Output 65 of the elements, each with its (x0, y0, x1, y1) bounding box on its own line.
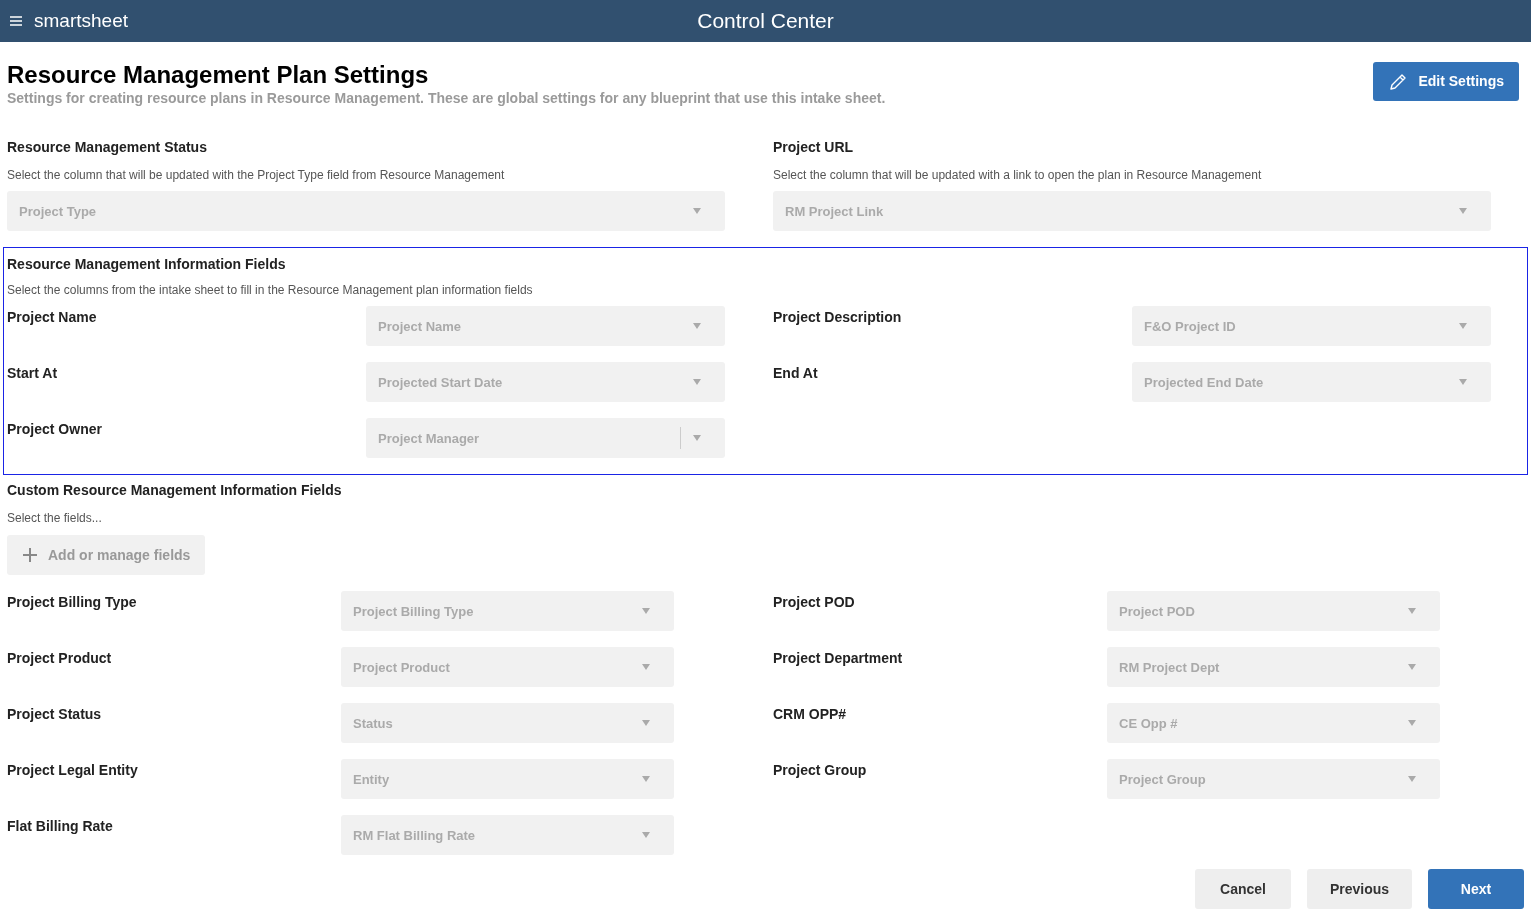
caret-icon (1408, 776, 1416, 783)
select-field[interactable]: Status (341, 703, 674, 744)
page-subtitle: Settings for creating resource plans in Resource Management. These are global settings for any blueprint that use this intake sheet. (7, 89, 886, 109)
select-field[interactable]: F&O Project ID (1132, 306, 1491, 347)
caret-icon (693, 208, 701, 215)
field-label: End At (773, 364, 819, 384)
brand-logo[interactable]: smartsheet (34, 6, 128, 36)
field-label: Project Group (773, 761, 868, 781)
field-label: Start At (7, 364, 59, 384)
select-field[interactable]: Project POD (1107, 591, 1440, 632)
field-label: CRM OPP# (773, 705, 848, 725)
edit-settings-button[interactable]: Edit Settings (1373, 62, 1519, 101)
field-label: Project POD (773, 593, 856, 613)
section-description: Select the columns from the intake sheet to fill in the Resource Management plan information fields (7, 282, 534, 300)
caret-icon (1408, 720, 1416, 727)
field-label: Project Legal Entity (7, 761, 139, 781)
field-label: Project Owner (7, 420, 103, 440)
select-field[interactable]: Project Type (7, 191, 725, 232)
field-title: Resource Management Status (7, 138, 208, 158)
select-field[interactable]: Project Billing Type (341, 591, 674, 632)
select-field[interactable]: Project Manager (366, 418, 725, 459)
app-title: Control Center (697, 9, 834, 33)
select-field[interactable]: Project Product (341, 647, 674, 688)
select-field[interactable]: RM Project Link (773, 191, 1491, 232)
caret-icon (1459, 208, 1467, 215)
field-label: Project Name (7, 308, 98, 328)
add-fields-button[interactable]: Add or manage fields (7, 535, 206, 576)
field-label: Project Billing Type (7, 593, 138, 613)
caret-icon (1459, 323, 1467, 330)
caret-icon (1408, 608, 1416, 615)
caret-icon (1408, 664, 1416, 671)
field-label: Project Department (773, 649, 904, 669)
field-description: Select the column that will be updated with a link to open the plan in Resource Management (773, 167, 1263, 185)
field-description: Select the column that will be updated with the Project Type field from Resource Management (7, 167, 506, 185)
plus-icon (22, 547, 38, 564)
caret-icon (642, 720, 650, 727)
caret-icon (693, 323, 701, 330)
field-title: Project URL (773, 138, 855, 158)
field-label: Project Product (7, 649, 113, 669)
select-field[interactable]: RM Flat Billing Rate (341, 815, 674, 856)
section-description: Select the fields... (7, 510, 103, 528)
caret-icon (642, 664, 650, 671)
menu-icon[interactable] (10, 16, 22, 26)
select-field[interactable]: RM Project Dept (1107, 647, 1440, 688)
field-label: Flat Billing Rate (7, 817, 114, 837)
caret-icon (642, 832, 650, 839)
caret-icon (693, 379, 701, 386)
select-field[interactable]: Project Group (1107, 759, 1440, 800)
select-field[interactable]: Projected Start Date (366, 362, 725, 403)
caret-icon (642, 608, 650, 615)
field-label: Project Description (773, 308, 903, 328)
footer-button[interactable]: Next (1428, 869, 1524, 910)
section-title: Resource Management Information Fields (7, 255, 287, 275)
caret-icon (693, 435, 701, 442)
page-title: Resource Management Plan Settings (7, 62, 430, 89)
footer-button[interactable]: Cancel (1195, 869, 1291, 910)
select-field[interactable]: Entity (341, 759, 674, 800)
caret-icon (642, 776, 650, 783)
section-title: Custom Resource Management Information Fields (7, 481, 343, 501)
caret-icon (1459, 379, 1467, 386)
select-field[interactable]: CE Opp # (1107, 703, 1440, 744)
select-field[interactable]: Project Name (366, 306, 725, 347)
footer-button[interactable]: Previous (1307, 869, 1412, 910)
select-field[interactable]: Projected End Date (1132, 362, 1491, 403)
field-label: Project Status (7, 705, 103, 725)
